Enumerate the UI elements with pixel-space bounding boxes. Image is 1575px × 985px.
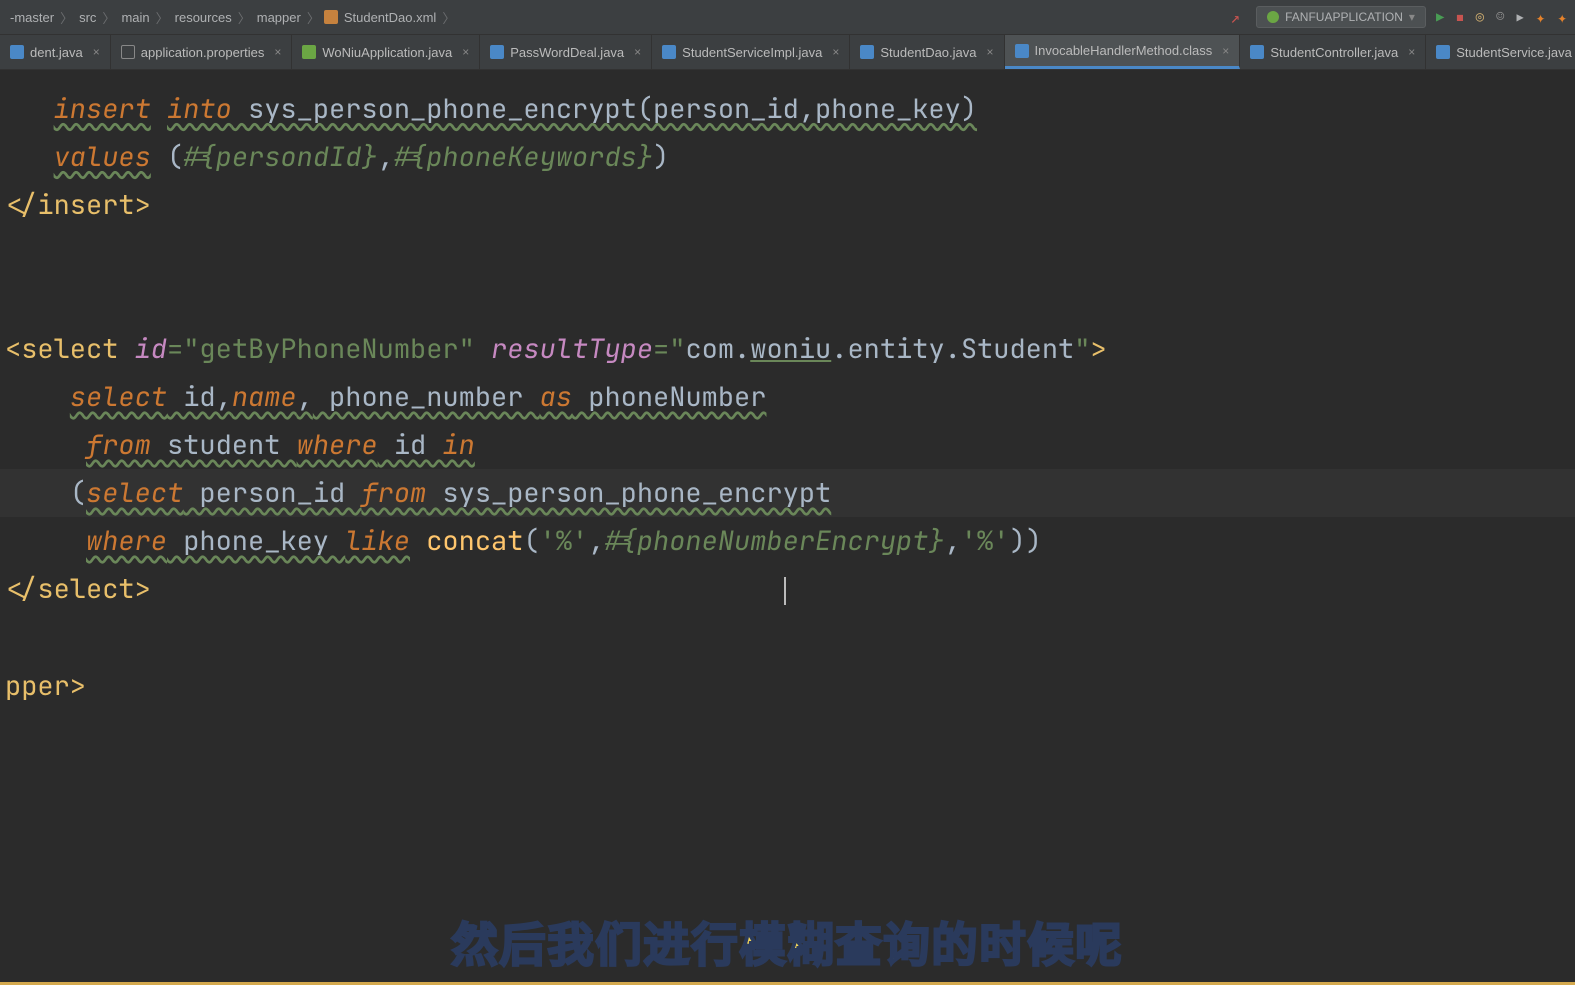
breadcrumb[interactable]: -master〉 src〉 main〉 resources〉 mapper〉 S… xyxy=(8,8,1224,27)
run-configuration-dropdown[interactable]: FANFUAPPLICATION ▾ xyxy=(1256,6,1426,28)
close-icon[interactable]: × xyxy=(1218,44,1229,58)
code-line[interactable] xyxy=(0,229,1575,277)
close-icon[interactable]: × xyxy=(630,45,641,59)
tab-student-dao[interactable]: StudentDao.java× xyxy=(850,35,1004,69)
text-cursor xyxy=(784,577,786,605)
run-icon[interactable]: ▶ xyxy=(1436,9,1444,25)
breadcrumb-item[interactable]: -master xyxy=(8,10,56,25)
code-line[interactable]: values (#{persondId},#{phoneKeywords}) xyxy=(0,133,1575,181)
tab-student-service[interactable]: StudentService.java× xyxy=(1426,35,1575,69)
code-line-highlighted[interactable]: (select person_id from sys_person_phone_… xyxy=(0,469,1575,517)
code-line[interactable]: from student where id in xyxy=(0,421,1575,469)
tab-woniu-application[interactable]: WoNiuApplication.java× xyxy=(292,35,480,69)
breadcrumb-sep: 〉 xyxy=(234,8,255,27)
code-line[interactable]: select id,name, phone_number as phoneNum… xyxy=(0,373,1575,421)
editor-tabs: dent.java× application.properties× WoNiu… xyxy=(0,35,1575,70)
stop-icon[interactable]: ◼ xyxy=(1456,10,1463,24)
close-icon[interactable]: × xyxy=(828,45,839,59)
puzzle-icon[interactable]: ✦ xyxy=(1536,8,1546,27)
close-icon[interactable]: × xyxy=(1404,45,1415,59)
breadcrumb-sep: 〉 xyxy=(56,8,77,27)
play-secondary-icon[interactable]: ▶ xyxy=(1516,10,1523,24)
tab-student-controller[interactable]: StudentController.java× xyxy=(1240,35,1426,69)
video-subtitle: 然后我们进行模糊查询的时候呢 xyxy=(452,909,1124,975)
code-line[interactable]: <select id="getByPhoneNumber" resultType… xyxy=(0,325,1575,373)
java-icon xyxy=(662,45,676,59)
code-editor[interactable]: insert into sys_person_phone_encrypt(per… xyxy=(0,70,1575,985)
tab-student-service-impl[interactable]: StudentServiceImpl.java× xyxy=(652,35,850,69)
breadcrumb-item[interactable]: src xyxy=(77,10,98,25)
toolbar-icons: ▶ ◼ ◎ ☺ ▶ ✦ ✦ xyxy=(1436,8,1567,27)
tab-dent-java[interactable]: dent.java× xyxy=(0,35,111,69)
chevron-down-icon: ▾ xyxy=(1409,10,1415,24)
code-line[interactable]: insert into sys_person_phone_encrypt(per… xyxy=(0,85,1575,133)
profile-icon[interactable]: ☺ xyxy=(1496,9,1504,25)
java-icon xyxy=(490,45,504,59)
close-icon[interactable]: × xyxy=(270,45,281,59)
java-icon xyxy=(1250,45,1264,59)
tab-invocable-handler-method[interactable]: InvocableHandlerMethod.class× xyxy=(1005,35,1241,69)
breadcrumb-sep: 〉 xyxy=(98,8,119,27)
java-icon xyxy=(10,45,24,59)
toolbar-right: ↗ FANFUAPPLICATION ▾ ▶ ◼ ◎ ☺ ▶ ✦ ✦ xyxy=(1224,6,1567,28)
code-line[interactable]: where phone_key like concat('%',#{phoneN… xyxy=(0,517,1575,565)
tab-password-deal[interactable]: PassWordDeal.java× xyxy=(480,35,652,69)
scroll-to-top-icon[interactable]: ↗ xyxy=(1224,8,1246,27)
spring-icon xyxy=(302,45,316,59)
breadcrumb-item[interactable]: main xyxy=(119,10,151,25)
java-icon xyxy=(860,45,874,59)
breadcrumb-sep: 〉 xyxy=(303,8,324,27)
code-line[interactable] xyxy=(0,614,1575,662)
java-icon xyxy=(1015,44,1029,58)
xml-file-icon xyxy=(324,10,338,24)
run-config-label: FANFUAPPLICATION xyxy=(1285,10,1403,24)
code-line[interactable] xyxy=(0,277,1575,325)
breadcrumb-sep: 〉 xyxy=(438,8,459,27)
close-icon[interactable]: × xyxy=(458,45,469,59)
properties-icon xyxy=(121,45,135,59)
java-icon xyxy=(1436,45,1450,59)
code-line[interactable]: </insert> xyxy=(0,181,1575,229)
code-line[interactable]: </select> xyxy=(0,565,1575,613)
target-icon[interactable]: ◎ xyxy=(1476,9,1484,25)
close-icon[interactable]: × xyxy=(89,45,100,59)
code-line[interactable]: pper> xyxy=(0,662,1575,710)
close-icon[interactable]: × xyxy=(983,45,994,59)
spring-leaf-icon xyxy=(1267,11,1279,23)
breadcrumb-item[interactable]: resources xyxy=(173,10,234,25)
tab-application-properties[interactable]: application.properties× xyxy=(111,35,293,69)
breadcrumb-item[interactable]: mapper xyxy=(255,10,303,25)
breadcrumb-sep: 〉 xyxy=(152,8,173,27)
breadcrumb-item[interactable]: StudentDao.xml xyxy=(342,10,439,25)
top-bar: -master〉 src〉 main〉 resources〉 mapper〉 S… xyxy=(0,0,1575,35)
puzzle-icon-2[interactable]: ✦ xyxy=(1557,8,1567,27)
